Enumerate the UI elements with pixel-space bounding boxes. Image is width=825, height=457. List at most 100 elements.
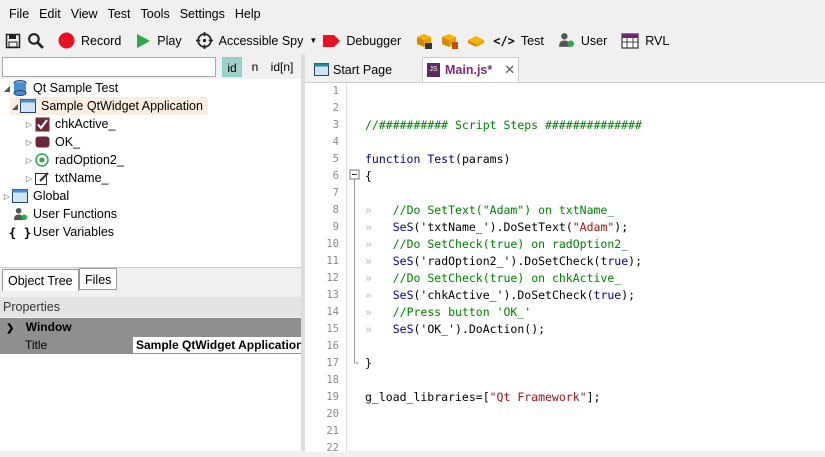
left-tab-strip: Object Tree Files bbox=[0, 267, 301, 291]
n-filter-button[interactable]: n bbox=[248, 57, 262, 77]
library-button[interactable] bbox=[467, 33, 485, 49]
menu-help[interactable]: Help bbox=[230, 7, 266, 21]
collapse-chevron-icon[interactable]: ❯ bbox=[6, 323, 14, 334]
tree-node-txtname[interactable]: ▷ txtName_ bbox=[24, 169, 109, 187]
play-label: Play bbox=[157, 33, 182, 48]
tree-node-ok[interactable]: ▷ OK_ bbox=[24, 133, 80, 151]
test-label: Test bbox=[520, 33, 544, 48]
collapsed-arrow-icon[interactable]: ▷ bbox=[24, 156, 34, 165]
left-panel: id n id[n] ◢ Qt Sample Test ◢ Sample QtW… bbox=[0, 54, 301, 451]
comment-text: //Do SetText("Adam") on txtName_ bbox=[392, 203, 615, 217]
tab-start-page-label: Start Page bbox=[333, 62, 393, 77]
menu-bar: File Edit View Test Tools Settings Help bbox=[0, 0, 825, 27]
code-line-5: function Test(params) bbox=[365, 151, 510, 168]
tab-start-page[interactable]: Start Page bbox=[310, 57, 422, 82]
find-button[interactable] bbox=[27, 32, 44, 49]
package-button[interactable] bbox=[441, 32, 459, 50]
line-number: 21 bbox=[326, 425, 339, 437]
open-brace: { bbox=[365, 169, 372, 183]
fold-collapse-icon[interactable] bbox=[348, 83, 362, 452]
code-line-15: » SeS('OK_').DoAction(); bbox=[365, 321, 545, 338]
tree-node-app[interactable]: ◢ Sample QtWidget Application bbox=[10, 97, 208, 115]
global-window-icon bbox=[12, 188, 28, 204]
line-number: 18 bbox=[326, 374, 339, 386]
play-icon bbox=[137, 33, 151, 48]
tree-node-root[interactable]: ◢ Qt Sample Test bbox=[2, 79, 118, 97]
user-functions-icon bbox=[12, 206, 28, 222]
property-row-title[interactable]: Title Sample QtWidget Application bbox=[0, 336, 301, 354]
dropdown-arrow-icon[interactable]: ▼ bbox=[309, 36, 317, 45]
properties-group-window[interactable]: ❯ Window bbox=[0, 318, 301, 336]
tree-node-global[interactable]: ▷ Global bbox=[2, 187, 69, 205]
indent-marker: » bbox=[365, 288, 372, 302]
line-number: 22 bbox=[326, 442, 339, 454]
object-search-input[interactable] bbox=[2, 57, 216, 77]
tab-files[interactable]: Files bbox=[79, 268, 118, 290]
repository-icon bbox=[417, 33, 433, 49]
play-button[interactable]: Play bbox=[135, 33, 182, 49]
expanded-arrow-icon[interactable]: ◢ bbox=[10, 102, 20, 111]
code-editor[interactable]: 1 2 3 4 5 6 7 8 9 10 11 12 13 14 15 16 1… bbox=[305, 82, 825, 454]
start-page-icon bbox=[314, 63, 329, 76]
user-button[interactable]: User bbox=[558, 32, 607, 49]
tree-node-radoption2[interactable]: ▷ radOption2_ bbox=[24, 151, 124, 169]
fold-margin bbox=[348, 83, 362, 452]
boolean-literal: true bbox=[600, 254, 629, 268]
tree-node-chkactive[interactable]: ▷ chkActive_ bbox=[24, 115, 115, 133]
menu-edit[interactable]: Edit bbox=[34, 7, 66, 21]
debugger-button[interactable]: Debugger bbox=[323, 34, 401, 48]
property-value[interactable]: Sample QtWidget Application bbox=[133, 337, 301, 353]
rvl-button[interactable]: RVL bbox=[621, 32, 670, 49]
properties-title: Properties bbox=[0, 297, 301, 317]
menu-test[interactable]: Test bbox=[103, 7, 136, 21]
tree-user-variables-label: User Variables bbox=[33, 225, 115, 239]
menu-file[interactable]: File bbox=[4, 7, 34, 21]
table-icon bbox=[621, 32, 639, 49]
line-number: 12 bbox=[326, 272, 339, 284]
tab-object-tree[interactable]: Object Tree bbox=[2, 269, 79, 291]
line-number: 17 bbox=[326, 357, 339, 369]
collapsed-arrow-icon[interactable]: ▷ bbox=[24, 138, 34, 147]
save-button[interactable] bbox=[5, 33, 21, 49]
record-icon bbox=[58, 32, 75, 49]
keyword-function: function bbox=[365, 152, 421, 166]
accessible-spy-button[interactable]: Accessible Spy ▼ bbox=[195, 32, 317, 49]
code-text: ); bbox=[621, 288, 636, 302]
code-text: ); bbox=[614, 220, 629, 234]
expanded-arrow-icon[interactable]: ◢ bbox=[2, 84, 12, 93]
repository-button[interactable] bbox=[415, 32, 433, 50]
test-cylinder-icon bbox=[12, 80, 28, 96]
ses-call: SeS bbox=[392, 322, 414, 336]
rvl-label: RVL bbox=[645, 33, 670, 48]
line-number: 10 bbox=[326, 238, 339, 250]
collapsed-arrow-icon[interactable]: ▷ bbox=[2, 192, 12, 201]
tree-node-user-variables[interactable]: { } User Variables bbox=[9, 223, 115, 241]
function-params: (params) bbox=[455, 152, 511, 166]
test-button[interactable]: </> Test bbox=[493, 34, 544, 48]
indent-marker: » bbox=[365, 271, 372, 285]
collapsed-arrow-icon[interactable]: ▷ bbox=[24, 120, 34, 129]
menu-tools[interactable]: Tools bbox=[136, 7, 175, 21]
boolean-literal: true bbox=[593, 288, 622, 302]
indent-marker: » bbox=[365, 203, 372, 217]
code-line-9: » SeS('txtName_').DoSetText("Adam"); bbox=[365, 219, 628, 236]
tree-node-user-functions[interactable]: User Functions bbox=[12, 205, 117, 223]
line-number: 14 bbox=[326, 306, 339, 318]
close-tab-icon[interactable]: ✕ bbox=[504, 62, 515, 78]
menu-view[interactable]: View bbox=[66, 7, 103, 21]
function-name: Test bbox=[427, 152, 456, 166]
button-icon bbox=[34, 134, 50, 150]
menu-settings[interactable]: Settings bbox=[175, 7, 230, 21]
collapsed-arrow-icon[interactable]: ▷ bbox=[24, 174, 34, 183]
code-line-17: } bbox=[365, 355, 372, 372]
idn-filter-button[interactable]: id[n] bbox=[268, 57, 296, 77]
package-icon bbox=[442, 33, 459, 49]
line-number: 19 bbox=[326, 391, 339, 403]
window-icon bbox=[20, 98, 36, 114]
line-number: 4 bbox=[332, 136, 339, 148]
tree-radoption2-label: radOption2_ bbox=[55, 153, 124, 167]
tab-main-js[interactable]: JS Main.js* ✕ bbox=[422, 57, 519, 82]
tree-user-functions-label: User Functions bbox=[33, 207, 118, 221]
record-button[interactable]: Record bbox=[58, 32, 121, 49]
id-filter-button[interactable]: id bbox=[222, 57, 242, 77]
